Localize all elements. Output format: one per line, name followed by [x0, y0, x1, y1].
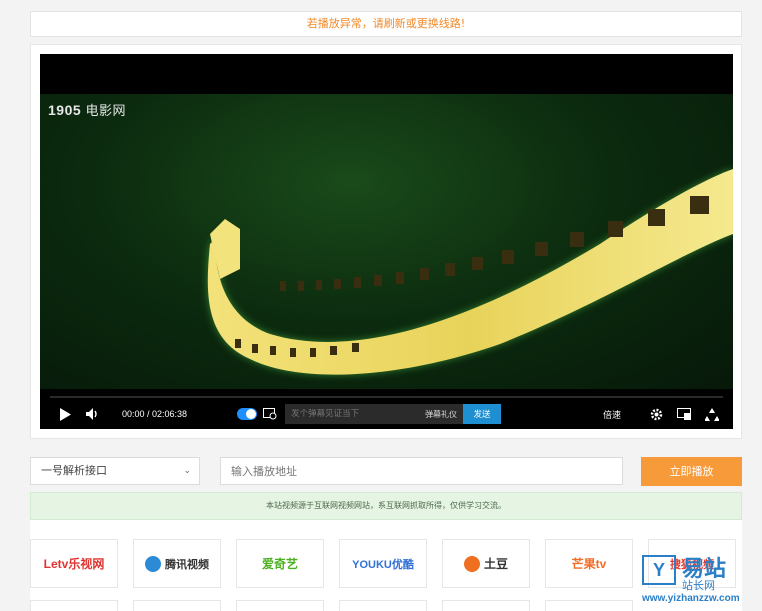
danmaku-settings-icon[interactable] [261, 405, 279, 423]
watermark-brand: 电影网 [85, 103, 127, 118]
platform-row2-item[interactable] [442, 600, 530, 611]
watermark-small-text: 站长网 [682, 580, 715, 592]
platform-tudou-logo: 土豆 [483, 557, 508, 571]
platform-youku-logo: YOUKU优酷 [352, 558, 414, 571]
platform-tencent-logo: 腾讯视频 [165, 558, 209, 571]
progress-bar[interactable] [50, 396, 723, 398]
right-controls: 倍速 [603, 405, 733, 423]
platform-mango[interactable]: 芒果tv [545, 539, 633, 588]
platform-row2-item[interactable] [133, 600, 221, 611]
speed-button[interactable]: 倍速 [603, 408, 621, 421]
platform-letv[interactable]: Letv乐视网 [30, 539, 118, 588]
platform-tencent[interactable]: 腾讯视频 [133, 539, 221, 588]
player-card: 1905 电影网 00:00 / 02:06:38 弹幕礼仪 发送 [30, 44, 742, 439]
platform-grid: Letv乐视网 腾讯视频 爱奇艺 YOUKU优酷 土豆 芒果tv 搜狐视频 [30, 520, 742, 611]
tencent-play-icon [145, 555, 161, 572]
gear-icon[interactable] [647, 405, 665, 423]
send-button[interactable]: 发送 [463, 404, 502, 424]
url-input[interactable] [220, 457, 623, 485]
play-icon[interactable] [56, 405, 74, 423]
danmaku-input[interactable] [285, 409, 426, 419]
watermark-url: www.yizhanzzw.com [642, 593, 740, 604]
danmaku-etiquette-link[interactable]: 弹幕礼仪 [425, 409, 463, 420]
platform-tudou[interactable]: 土豆 [442, 539, 530, 588]
site-watermark-logo: Y 易站 站长网 www.yizhanzzw.com [642, 551, 762, 611]
platform-row2-item[interactable] [236, 600, 324, 611]
volume-icon[interactable] [84, 405, 102, 423]
chevron-down-icon: ⌄ [183, 466, 191, 476]
platform-mango-logo: 芒果tv [571, 557, 607, 571]
tudou-face-icon [463, 555, 480, 572]
platform-iqiyi[interactable]: 爱奇艺 [236, 539, 324, 588]
time-display: 00:00 / 02:06:38 [122, 409, 188, 419]
notice-banner: 若播放异常，请刷新或更换线路! [30, 11, 742, 37]
platform-iqiyi-logo: 爱奇艺 [261, 557, 298, 571]
parse-form: 一号解析接口 ⌄ 立即播放 [30, 457, 742, 486]
interface-select[interactable]: 一号解析接口 ⌄ [30, 457, 200, 485]
interface-select-value: 一号解析接口 [41, 464, 107, 477]
video-player[interactable]: 1905 电影网 00:00 / 02:06:38 弹幕礼仪 发送 [40, 54, 733, 429]
fullscreen-icon[interactable] [703, 405, 721, 423]
danmaku-box: 弹幕礼仪 发送 [285, 404, 502, 424]
pip-icon[interactable] [675, 405, 693, 423]
film-reel-artwork [207, 169, 733, 375]
yizhan-logo-icon: Y [642, 555, 676, 585]
platform-youku[interactable]: YOUKU优酷 [339, 539, 427, 588]
watermark-number: 1905 [48, 102, 82, 118]
play-now-button[interactable]: 立即播放 [641, 457, 742, 486]
platform-letv-logo: Letv乐视网 [43, 557, 105, 571]
platform-row2-item[interactable] [30, 600, 118, 611]
video-frame[interactable]: 1905 电影网 [40, 94, 733, 389]
disclaimer-bar: 本站视频源于互联网视频网站，系互联网抓取所得，仅供学习交流。 [30, 492, 742, 520]
platform-row2-item[interactable] [339, 600, 427, 611]
danmaku-toggle[interactable] [237, 408, 258, 420]
platform-row2-item[interactable] [545, 600, 633, 611]
video-watermark: 1905 电影网 [48, 100, 126, 119]
player-controls: 00:00 / 02:06:38 弹幕礼仪 发送 倍速 [40, 399, 733, 429]
